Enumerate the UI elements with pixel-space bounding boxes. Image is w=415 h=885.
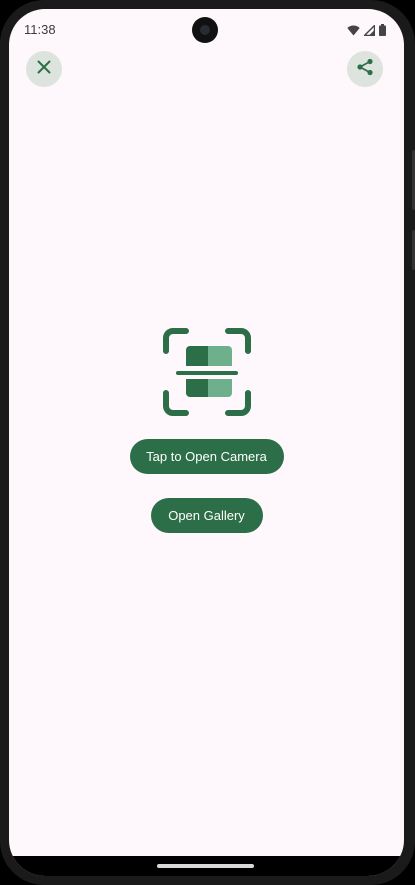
status-bar: 11:38 xyxy=(9,9,404,51)
navigation-bar xyxy=(9,856,404,876)
close-button[interactable] xyxy=(26,51,62,87)
signal-icon xyxy=(362,23,376,41)
home-gesture-handle[interactable] xyxy=(157,864,254,868)
share-icon xyxy=(356,58,374,81)
status-time: 11:38 xyxy=(24,22,56,37)
share-button[interactable] xyxy=(347,51,383,87)
wifi-icon xyxy=(347,23,360,41)
status-icons xyxy=(347,23,386,41)
front-camera xyxy=(192,17,218,43)
open-gallery-button[interactable]: Open Gallery xyxy=(150,498,263,533)
scan-options: Tap to Open Camera Open Gallery xyxy=(9,327,404,533)
document-scanner-icon xyxy=(162,327,252,417)
close-icon xyxy=(37,60,51,79)
device-frame: 11:38 Tap to Open Camera Open Gallery xyxy=(0,0,415,885)
screen: 11:38 Tap to Open Camera Open Gallery xyxy=(9,9,404,876)
open-camera-button[interactable]: Tap to Open Camera xyxy=(129,439,284,474)
battery-icon xyxy=(379,23,386,41)
